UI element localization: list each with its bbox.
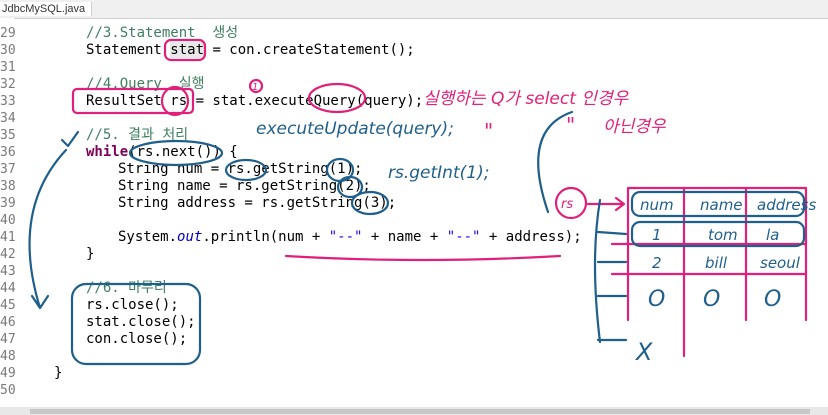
rs-arrow	[586, 196, 626, 212]
end-of-results-mark: X	[634, 338, 653, 366]
table-header-address: address	[757, 196, 816, 214]
keyword-while: while	[86, 144, 129, 160]
line-number: 31	[0, 60, 16, 75]
code-token-field: out	[177, 229, 203, 245]
code-string: "--"	[446, 229, 481, 245]
line-number-gutter: 29 30 31 32 33 34 35 36 37 38 39 40 41 4…	[0, 18, 16, 408]
annotation-select-case: 실행하는 Q가 select 인경우	[423, 89, 630, 109]
annotation-get-int: rs.getInt(1);	[388, 163, 489, 183]
line-number: 48	[0, 349, 16, 364]
code-token: + name +	[362, 229, 447, 245]
code-line-37: String num = rs.getString(1);	[118, 161, 363, 177]
row1-box	[630, 220, 806, 248]
code-token: + address);	[480, 229, 582, 245]
code-line-49: }	[54, 365, 63, 381]
code-line-41: System.out.println(num + "--" + name + "…	[118, 229, 582, 246]
line-number: 43	[0, 264, 16, 279]
editor-tab-bar: JdbcMySQL.java	[0, 0, 828, 19]
cursor-row-arrows	[593, 198, 628, 344]
line-number: 39	[0, 196, 16, 211]
result-table-grid	[610, 186, 808, 358]
checkmark	[60, 130, 80, 148]
line-number: 49	[0, 366, 16, 381]
line-number: 44	[0, 281, 16, 296]
code-line-47: con.close();	[86, 331, 188, 347]
header-row-box	[630, 190, 806, 218]
annotation-ditto: "	[484, 119, 493, 143]
table-cell: O	[648, 287, 665, 312]
code-line-33: ResultSet rs = stat.executeQuery(query);	[86, 93, 424, 109]
file-tab[interactable]: JdbcMySQL.java	[0, 2, 93, 16]
line-number: 29	[0, 26, 16, 41]
table-cell: O	[764, 287, 781, 312]
line-number: 36	[0, 145, 16, 160]
code-line-30: Statement stat = con.createStatement();	[86, 42, 415, 59]
table-cell: bill	[705, 254, 728, 272]
table-cell: O	[703, 287, 720, 312]
line-number: 45	[0, 298, 16, 313]
line-number: 47	[0, 332, 16, 347]
scrollbar-thumb[interactable]	[30, 409, 810, 414]
table-header-num: num	[640, 196, 674, 214]
line-number: 37	[0, 162, 16, 177]
line-number: 38	[0, 179, 16, 194]
rs-back-arrow	[537, 110, 574, 214]
line-number: 33	[0, 94, 16, 109]
table-cell: tom	[708, 226, 738, 244]
code-token-highlight: stat	[170, 42, 205, 58]
table-cell: 1	[652, 226, 662, 244]
code-token: Statement	[86, 42, 171, 58]
table-cell: seoul	[760, 254, 801, 272]
code-line-42: }	[86, 246, 95, 262]
rs-cursor-circle	[554, 186, 588, 220]
code-line-35: //5. 결과 처리	[86, 127, 189, 143]
code-line-38: String name = rs.getString(2);	[118, 178, 371, 194]
annotation-rs-cursor: rs	[561, 197, 573, 212]
code-line-45: rs.close();	[86, 297, 179, 313]
annotation-execute-update: executeUpdate(query);	[256, 119, 454, 139]
table-cell: 2	[652, 254, 662, 272]
annotation-one: 1	[252, 82, 258, 93]
line-number: 35	[0, 128, 16, 143]
line-number: 34	[0, 111, 16, 126]
println-underline	[284, 254, 562, 262]
code-line-46: stat.close();	[86, 314, 196, 330]
code-line-39: String address = rs.getString(3);	[118, 195, 397, 211]
code-line-36: while(rs.next()) {	[86, 144, 238, 161]
line-number: 50	[0, 383, 16, 398]
code-line-29: //3.Statement 생성	[86, 25, 239, 41]
table-header-name: name	[700, 196, 743, 214]
annotation-not-select: 아닌경우	[603, 117, 667, 137]
code-token: (rs.next()) {	[128, 144, 238, 160]
line-number: 46	[0, 315, 16, 330]
code-token: = con.createStatement();	[204, 42, 415, 58]
table-cell: la	[766, 226, 779, 244]
code-token: .println(num +	[202, 229, 329, 245]
line-number: 30	[0, 43, 16, 58]
line-number: 41	[0, 230, 16, 245]
code-string: "--"	[328, 229, 363, 245]
loop-arrow	[28, 148, 68, 310]
number-one-circle	[248, 78, 264, 94]
code-line-32: //4.Query 실행	[86, 76, 205, 92]
code-token: System.	[118, 229, 178, 245]
annotation-ditto: "	[566, 113, 575, 137]
line-number: 40	[0, 213, 16, 228]
line-number: 42	[0, 247, 16, 262]
line-number: 32	[0, 77, 16, 92]
code-line-44: //6. 마무리	[86, 280, 167, 296]
